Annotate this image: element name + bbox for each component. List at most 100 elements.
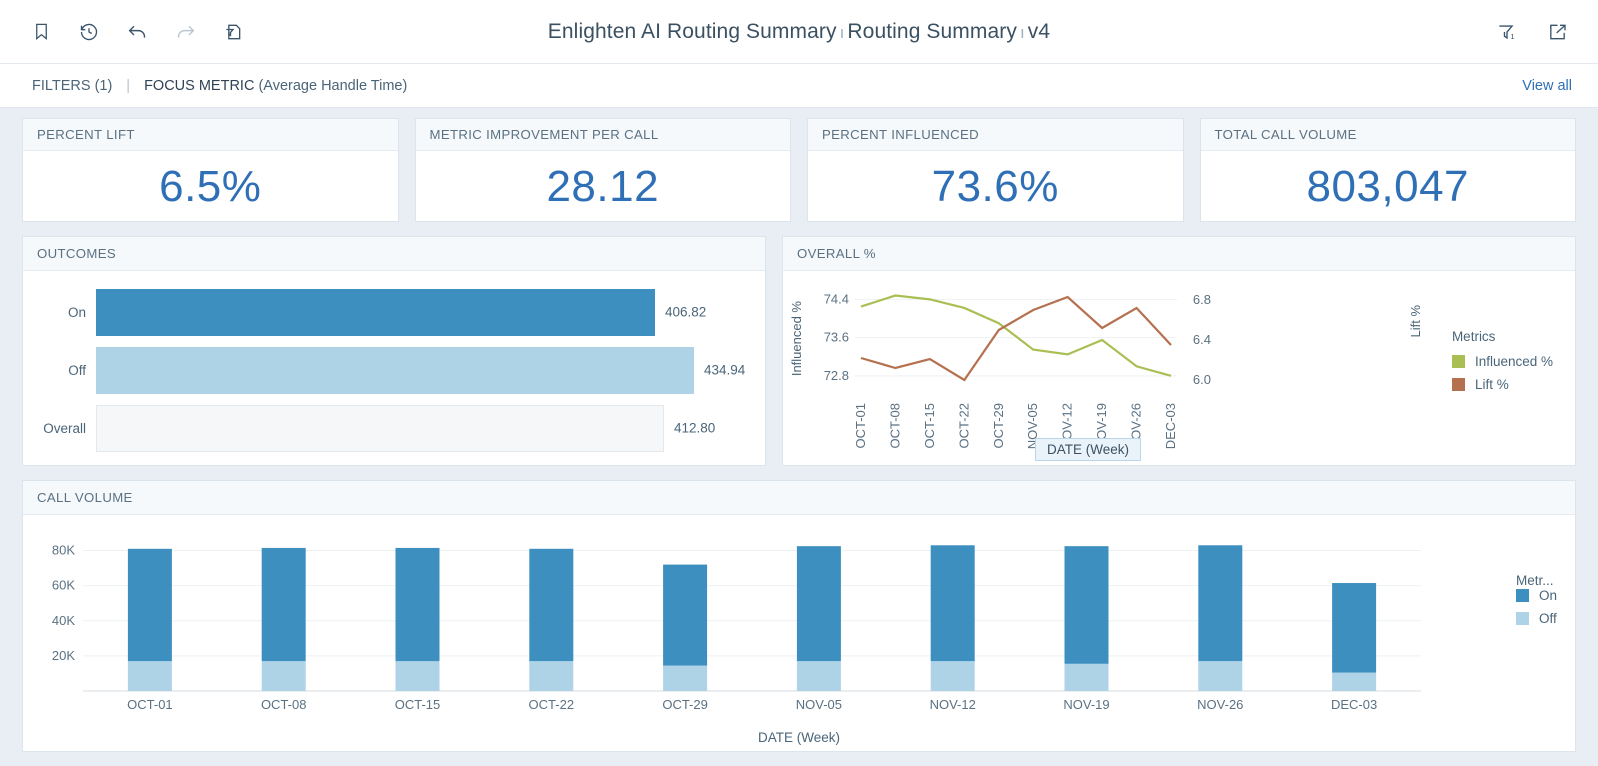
legend-label: Lift % [1474, 377, 1509, 392]
call-volume-legend: Metr... On Off [1515, 573, 1557, 634]
outcomes-bar-value: 412.80 [674, 420, 716, 436]
filter-document-icon[interactable] [218, 17, 248, 47]
line-chart-y2-axis-label: Lift % [1408, 305, 1423, 338]
toolbar-right-actions: 1 [1492, 17, 1598, 47]
kpi-title: METRIC IMPROVEMENT PER CALL [415, 119, 790, 151]
kpi-title: PERCENT LIFT [23, 119, 398, 151]
svg-text:OCT-29: OCT-29 [991, 403, 1006, 449]
outcomes-bar-off[interactable] [96, 346, 694, 394]
filter-icon[interactable]: 1 [1492, 17, 1522, 47]
undo-icon[interactable] [122, 17, 152, 47]
mid-row: OUTCOMES On 406.82 Off 434.94 Overall 41… [22, 236, 1576, 466]
history-icon[interactable] [74, 17, 104, 47]
line-chart-legend: Metrics Influenced % Lift % [1451, 329, 1553, 400]
svg-text:DEC-03: DEC-03 [1163, 403, 1178, 449]
svg-text:OCT-01: OCT-01 [853, 403, 868, 449]
svg-text:OCT-08: OCT-08 [887, 403, 902, 449]
svg-text:NOV-12: NOV-12 [930, 697, 976, 712]
kpi-title: TOTAL CALL VOLUME [1200, 119, 1575, 151]
svg-text:60K: 60K [52, 578, 75, 593]
kpi-value: 28.12 [546, 161, 660, 211]
overall-percent-body: Influenced % Lift % 72.8 73.6 74.4 6.0 6.4 6.… [783, 271, 1575, 465]
outcomes-bar-on[interactable] [96, 288, 655, 336]
kpi-title: PERCENT INFLUENCED [808, 119, 1183, 151]
legend-swatch-influenced [1451, 355, 1465, 368]
outcomes-bar-overall[interactable] [96, 404, 664, 452]
outcomes-panel: OUTCOMES On 406.82 Off 434.94 Overall 41… [22, 236, 766, 466]
legend-label: Off [1538, 611, 1557, 626]
outcomes-bar-value: 434.94 [704, 362, 746, 378]
svg-text:NOV-26: NOV-26 [1197, 697, 1243, 712]
outcomes-row-label: On [67, 304, 86, 320]
filter-bar: FILTERS (1) | FOCUS METRIC (Average Hand… [0, 64, 1598, 108]
legend-item-on[interactable]: On [1515, 588, 1557, 603]
kpi-value: 6.5% [159, 161, 262, 211]
page-title-version: v4 [1027, 19, 1051, 43]
date-week-pill[interactable]: DATE (Week) [1035, 438, 1142, 461]
legend-label: On [1538, 588, 1557, 603]
outcomes-bar-track: 434.94 [96, 341, 765, 399]
legend-swatch-lift [1451, 378, 1465, 391]
svg-text:6.4: 6.4 [1193, 332, 1211, 347]
call-volume-x-axis-label: DATE (Week) [757, 730, 840, 745]
outcomes-row-off[interactable]: Off 434.94 [23, 341, 765, 399]
dashboard-content: PERCENT LIFT 6.5% METRIC IMPROVEMENT PER… [0, 108, 1598, 752]
outcomes-body: On 406.82 Off 434.94 Overall 412.80 [23, 271, 765, 465]
kpi-card-percent-influenced[interactable]: PERCENT INFLUENCED 73.6% [807, 118, 1184, 222]
legend-item-influenced[interactable]: Influenced % [1451, 354, 1553, 369]
svg-text:OCT-29: OCT-29 [662, 697, 708, 712]
outcomes-row-label: Off [68, 362, 86, 378]
outcomes-bar-track: 412.80 [96, 399, 765, 457]
share-icon[interactable] [1542, 17, 1572, 47]
svg-text:NOV-19: NOV-19 [1063, 697, 1109, 712]
page-title-mid: Routing Summary [847, 19, 1017, 43]
call-volume-title: CALL VOLUME [23, 481, 1575, 515]
svg-text:72.8: 72.8 [824, 368, 849, 383]
svg-text:OCT-08: OCT-08 [261, 697, 307, 712]
svg-text:NOV-05: NOV-05 [796, 697, 842, 712]
legend-item-lift[interactable]: Lift % [1451, 377, 1553, 392]
svg-text:1: 1 [1510, 31, 1514, 40]
svg-text:6.0: 6.0 [1193, 372, 1211, 387]
kpi-value: 73.6% [931, 161, 1059, 211]
redo-icon[interactable] [170, 17, 200, 47]
kpi-row: PERCENT LIFT 6.5% METRIC IMPROVEMENT PER… [22, 118, 1576, 222]
kpi-card-percent-lift[interactable]: PERCENT LIFT 6.5% [22, 118, 399, 222]
overall-percent-panel: OVERALL % Influenced % Lift % 72.8 73.6 74… [782, 236, 1576, 466]
focus-metric-label[interactable]: FOCUS METRIC [144, 78, 254, 94]
outcomes-row-on[interactable]: On 406.82 [23, 283, 765, 341]
toolbar-actions [0, 17, 248, 47]
svg-text:OCT-15: OCT-15 [395, 697, 441, 712]
kpi-card-total-call-volume[interactable]: TOTAL CALL VOLUME 803,047 [1199, 118, 1576, 222]
legend-item-off[interactable]: Off [1515, 611, 1557, 626]
page-title-main: Enlighten AI Routing Summary [547, 19, 837, 43]
svg-text:20K: 20K [52, 648, 75, 663]
svg-text:OCT-01: OCT-01 [127, 697, 173, 712]
legend-label: Influenced % [1474, 354, 1553, 369]
legend-swatch-off [1515, 612, 1529, 625]
legend-title: Metr... [1515, 573, 1554, 588]
overall-percent-title: OVERALL % [783, 237, 1575, 271]
svg-text:OCT-22: OCT-22 [956, 403, 971, 449]
top-toolbar: Enlighten AI Routing Summary ı Routing Sum… [0, 0, 1598, 64]
svg-text:6.8: 6.8 [1193, 292, 1211, 307]
view-all-link[interactable]: View all [1522, 78, 1572, 94]
bookmark-icon[interactable] [26, 17, 56, 47]
kpi-card-metric-improvement-per-call[interactable]: METRIC IMPROVEMENT PER CALL 28.12 [414, 118, 791, 222]
outcomes-row-overall[interactable]: Overall 412.80 [23, 399, 765, 457]
filters-label[interactable]: FILTERS (1) [32, 78, 112, 94]
outcomes-row-label: Overall [43, 420, 86, 436]
svg-text:74.4: 74.4 [824, 291, 849, 306]
svg-text:73.6: 73.6 [824, 330, 849, 345]
call-volume-chart[interactable]: 20K 40K 60K 80K OCT-01 OCT-08 OCT-15 OCT-22 OCT-… [31, 523, 1501, 723]
svg-text:40K: 40K [52, 613, 75, 628]
focus-metric-value[interactable]: (Average Handle Time) [258, 78, 407, 94]
outcomes-bar-value: 406.82 [665, 304, 707, 320]
call-volume-panel: CALL VOLUME 20K 40K 60K 80K OCT-01 OCT-08 OCT-… [22, 480, 1576, 752]
legend-swatch-on [1515, 589, 1529, 602]
svg-text:80K: 80K [52, 543, 75, 558]
legend-title: Metrics [1451, 329, 1496, 344]
svg-text:OCT-15: OCT-15 [922, 403, 937, 449]
kpi-value: 803,047 [1306, 161, 1470, 211]
svg-text:DEC-03: DEC-03 [1331, 697, 1377, 712]
